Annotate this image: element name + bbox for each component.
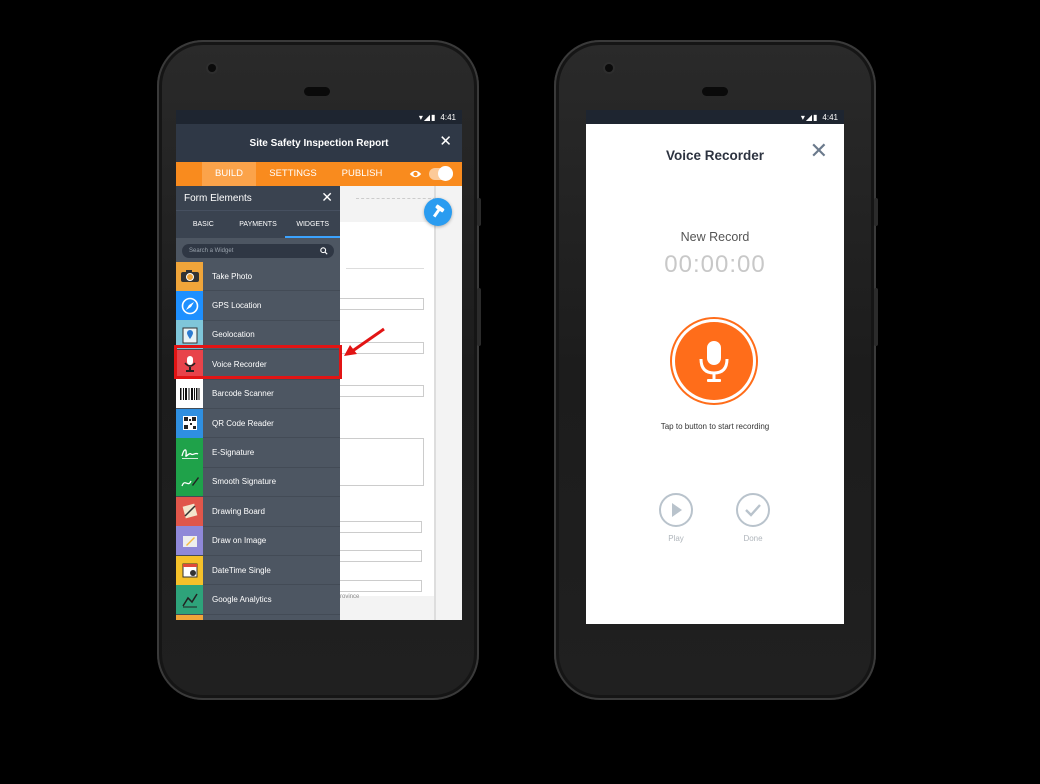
widget-search-input[interactable]: Search a Widget (182, 244, 334, 258)
tab-payments[interactable]: PAYMENTS (231, 211, 286, 238)
search-icon (320, 247, 328, 255)
status-time: 4:41 (440, 112, 456, 122)
right-phone-frame: ▾◢▮ 4:41 Voice Recorder ✕ New Record 00:… (554, 40, 878, 700)
checkmark-icon (745, 504, 761, 517)
pointer-arrow-icon (344, 327, 385, 356)
widget-label: Smooth Signature (212, 477, 277, 487)
panel-tabs: BASIC PAYMENTS WIDGETS (176, 210, 341, 238)
widget-label: Take Photo (212, 271, 253, 281)
form-scroll-edge (434, 186, 436, 620)
barcode-icon (176, 379, 203, 409)
form-fragment-text: rovince (340, 594, 360, 600)
signature-icon (176, 438, 203, 468)
record-hint: Tap to button to start recording (660, 422, 770, 431)
widget-label: Draw on Image (212, 536, 267, 546)
search-placeholder: Search a Widget (189, 248, 234, 254)
widget-label: Drawing Board (212, 506, 265, 516)
tab-publish[interactable]: PUBLISH (330, 162, 394, 186)
page-title: Voice Recorder (665, 148, 765, 163)
widget-label: Barcode Scanner (212, 389, 274, 399)
earpiece-speaker (304, 87, 330, 96)
status-time: 4:41 (822, 112, 838, 122)
done-label: Done (743, 534, 763, 543)
stage: ▾◢▮ 4:41 Site Safety Inspection Report ✕… (0, 0, 1040, 784)
preview-eye-icon[interactable] (409, 168, 422, 180)
calendar-icon (176, 555, 203, 585)
app-header: Site Safety Inspection Report ✕ (176, 124, 462, 162)
power-button (477, 198, 481, 226)
widget-item-qr-code-reader[interactable]: QR Code Reader (176, 408, 340, 439)
form-card (338, 222, 434, 596)
widget-label: Google Analytics (212, 594, 272, 604)
widget-item-datetime-single[interactable]: DateTime Single (176, 555, 340, 586)
front-camera (208, 64, 216, 72)
front-camera (605, 64, 613, 72)
record-button-fill (675, 322, 753, 400)
hammer-icon (432, 204, 445, 218)
close-icon[interactable]: ✕ (810, 140, 828, 162)
form-elements-panel: Form Elements ✕ BASIC PAYMENTS WIDGETS S… (176, 186, 341, 620)
widget-item-draw-on-image[interactable]: Draw on Image (176, 526, 340, 556)
play-icon (672, 503, 682, 517)
form-field[interactable] (338, 298, 424, 310)
signal-battery-icon: ▾◢▮ (418, 112, 437, 122)
record-title: New Record (680, 230, 750, 244)
widget-label: GPS Location (212, 301, 262, 311)
status-bar: ▾◢▮ 4:41 (176, 110, 462, 124)
panel-title: Form Elements (184, 192, 252, 204)
widget-label: E-Signature (212, 448, 255, 458)
form-field[interactable] (338, 521, 422, 533)
camera-icon (176, 261, 203, 291)
analytics-icon (176, 585, 203, 614)
add-element-fab[interactable] (424, 198, 452, 226)
microphone-icon (699, 341, 729, 382)
voice-recorder-highlight-box (174, 345, 342, 379)
play-label: Play (668, 534, 684, 543)
form-field[interactable] (338, 385, 424, 397)
form-textarea[interactable] (338, 438, 424, 486)
earpiece-speaker (702, 87, 728, 96)
widget-item-drawing-board[interactable]: Drawing Board (176, 496, 340, 527)
widget-item-e-signature[interactable]: E-Signature (176, 438, 340, 468)
preview-toggle-knob[interactable] (438, 166, 453, 181)
done-button[interactable] (736, 493, 770, 527)
widget-item-take-photo[interactable]: Take Photo (176, 261, 340, 292)
widget-label: Geolocation (212, 330, 255, 340)
builder-tabs: BUILD SETTINGS PUBLISH (176, 162, 462, 186)
panel-close-icon[interactable]: ✕ (321, 190, 333, 204)
right-screen: ▾◢▮ 4:41 Voice Recorder ✕ New Record 00:… (586, 110, 844, 624)
record-timer: 00:00:00 (664, 251, 766, 278)
volume-button (477, 288, 481, 346)
widget-item-barcode-scanner[interactable]: Barcode Scanner (176, 379, 340, 409)
form-field[interactable] (338, 550, 422, 562)
form-rule (346, 268, 424, 269)
status-bar: ▾◢▮ 4:41 (586, 110, 844, 124)
widget-icon (176, 614, 203, 620)
pen-signature-icon (176, 467, 203, 497)
tab-widgets[interactable]: WIDGETS (285, 211, 341, 238)
qr-code-icon (176, 408, 203, 438)
widget-item-google-analytics[interactable]: Google Analytics (176, 585, 340, 615)
form-field[interactable] (338, 580, 422, 592)
widget-item-partial[interactable] (176, 614, 340, 620)
tab-settings[interactable]: SETTINGS (256, 162, 330, 186)
widget-item-gps-location[interactable]: GPS Location (176, 291, 340, 321)
app-title: Site Safety Inspection Report (249, 137, 389, 149)
signal-battery-icon: ▾◢▮ (800, 112, 819, 122)
drawing-board-icon (176, 496, 203, 526)
power-button (874, 198, 878, 226)
panel-header: Form Elements ✕ (176, 186, 340, 210)
draw-image-icon (176, 526, 203, 556)
volume-button (874, 288, 878, 346)
record-button[interactable] (670, 317, 758, 405)
widget-item-smooth-signature[interactable]: Smooth Signature (176, 467, 340, 498)
play-button[interactable] (659, 493, 693, 527)
compass-icon (176, 291, 203, 321)
widget-label: DateTime Single (212, 565, 271, 575)
widget-label: QR Code Reader (212, 418, 274, 428)
close-icon[interactable]: ✕ (439, 134, 452, 149)
tab-build[interactable]: BUILD (202, 162, 256, 186)
tab-basic[interactable]: BASIC (176, 211, 231, 238)
